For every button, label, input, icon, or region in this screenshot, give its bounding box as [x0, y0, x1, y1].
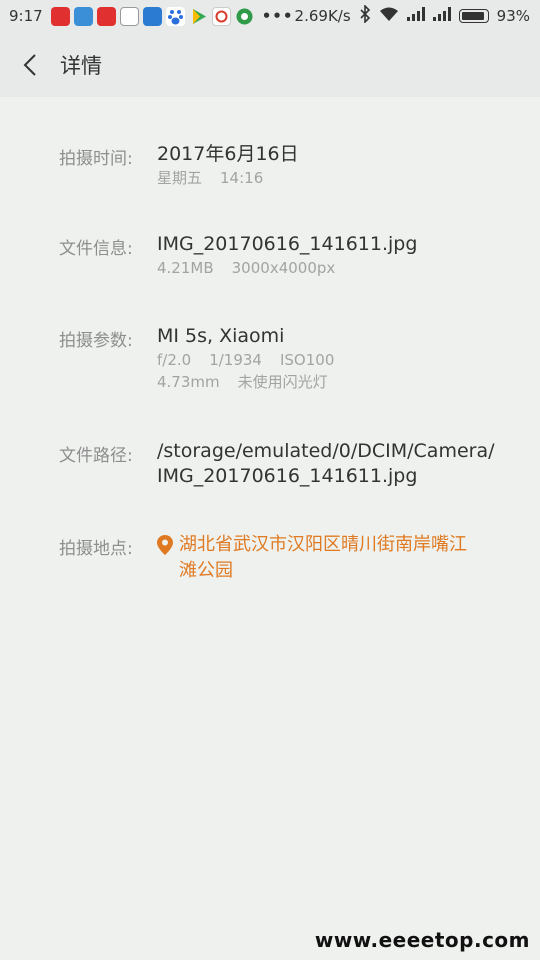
params-block: MI 5s, Xiaomi f/2.0 1/1934 ISO100 4.73mm 未使…: [157, 324, 497, 393]
page-title: 详情: [60, 53, 102, 78]
exposure-meta: f/2.0 1/1934 ISO100: [157, 349, 497, 371]
chevron-left-icon: [23, 53, 36, 76]
wifi-icon: [379, 6, 399, 26]
time-label: 拍摄时间:: [59, 149, 133, 169]
path-line-1: /storage/emulated/0/DCIM/Camera/: [157, 440, 495, 462]
file-resolution: 3000x4000px: [231, 259, 336, 277]
file-info-label: 文件信息:: [59, 239, 133, 259]
red-app-icon-2: [96, 6, 116, 26]
notification-icons: •••: [50, 6, 294, 26]
location-pin-icon: [157, 535, 173, 555]
device-model: MI 5s, Xiaomi: [157, 325, 285, 347]
browser-app-icon: [235, 7, 254, 26]
network-speed: 2.69K/s: [294, 7, 351, 25]
status-bar: 9:17 ••• 2.69K/s 93%: [0, 0, 540, 32]
top-bar: 详情: [0, 32, 540, 97]
file-meta: 4.21MB 3000x4000px: [157, 257, 497, 279]
lens-meta: 4.73mm 未使用闪光灯: [157, 371, 497, 393]
watermark: www.eeeetop.com: [314, 928, 530, 952]
signal-icon: [406, 7, 425, 25]
signal-icon-2: [432, 7, 451, 25]
clock: 9:17: [9, 7, 43, 25]
weather-app-icon: [142, 6, 162, 26]
params-label: 拍摄参数:: [59, 331, 133, 351]
clock-time: 14:16: [220, 169, 264, 187]
shutter: 1/1934: [209, 351, 262, 369]
date-value: 2017年6月16日: [157, 143, 299, 165]
cctv-app-icon: [211, 6, 231, 26]
more-notifications-icon: •••: [261, 7, 294, 25]
flash-status: 未使用闪光灯: [237, 373, 328, 391]
news-app-icon: [119, 6, 139, 26]
battery-percent: 93%: [496, 7, 530, 25]
file-info-block: IMG_20170616_141611.jpg 4.21MB 3000x4000p…: [157, 232, 497, 279]
bluetooth-icon: [359, 4, 371, 27]
back-button[interactable]: [0, 32, 60, 97]
focal-length: 4.73mm: [157, 373, 220, 391]
time-value-block: 2017年6月16日 星期五 14:16: [157, 142, 497, 189]
play-store-icon: [189, 7, 208, 26]
path-label: 文件路径:: [59, 446, 133, 466]
file-name: IMG_20170616_141611.jpg: [157, 233, 418, 255]
time-sub: 星期五 14:16: [157, 167, 497, 189]
blue-app-icon: [73, 6, 93, 26]
battery-icon: [458, 9, 489, 23]
red-app-icon: [50, 6, 70, 26]
baidu-app-icon: [165, 6, 185, 26]
weekday: 星期五: [157, 169, 203, 187]
iso: ISO100: [279, 351, 335, 369]
path-line-2: IMG_20170616_141611.jpg: [157, 465, 418, 487]
location-value: 湖北省武汉市汉阳区晴川街南岸嘴江滩公园: [179, 534, 467, 581]
aperture: f/2.0: [157, 351, 192, 369]
location-link[interactable]: 湖北省武汉市汉阳区晴川街南岸嘴江滩公园: [157, 532, 497, 584]
path-block: /storage/emulated/0/DCIM/Camera/ IMG_201…: [157, 439, 497, 489]
location-label: 拍摄地点:: [59, 539, 133, 559]
file-size: 4.21MB: [157, 259, 214, 277]
